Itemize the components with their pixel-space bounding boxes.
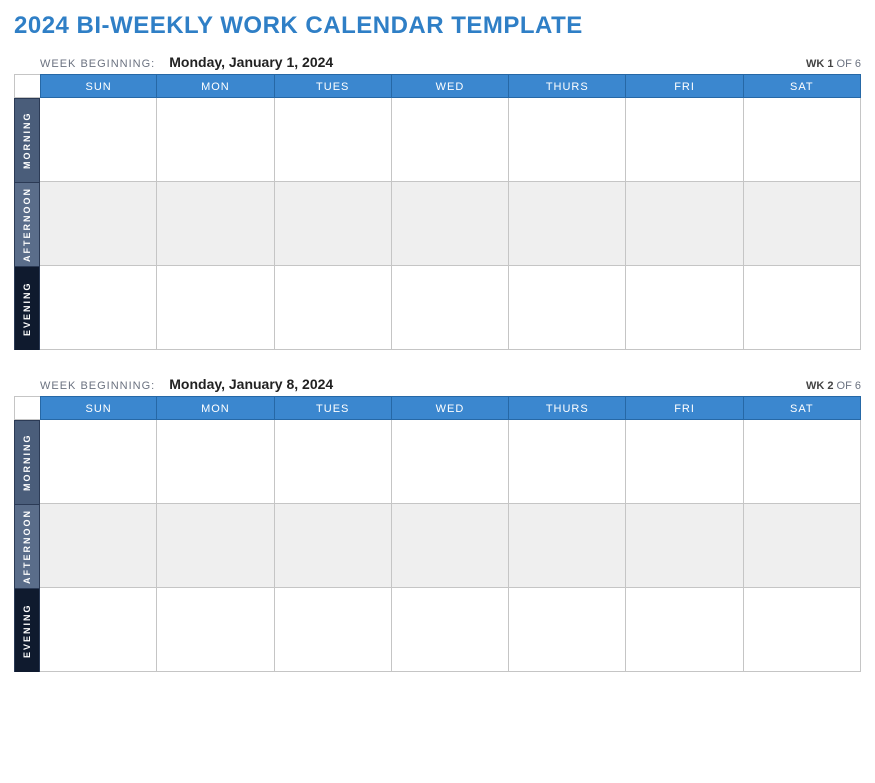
week-beginning-label: WEEK BEGINNING:: [40, 380, 155, 392]
day-header-mon: MON: [157, 396, 274, 420]
cell[interactable]: [157, 588, 274, 672]
cell[interactable]: [392, 588, 509, 672]
row-label-evening: EVENING: [14, 266, 40, 350]
grid-corner: [14, 74, 40, 98]
week-header: WEEK BEGINNING: Monday, January 8, 2024 …: [14, 376, 861, 392]
grid-corner: [14, 396, 40, 420]
day-header-wed: WED: [392, 396, 509, 420]
day-header-mon: MON: [157, 74, 274, 98]
day-header-thurs: THURS: [509, 396, 626, 420]
cell[interactable]: [275, 98, 392, 182]
cell[interactable]: [40, 504, 157, 588]
week-header: WEEK BEGINNING: Monday, January 1, 2024 …: [14, 54, 861, 70]
day-header-sat: SAT: [744, 74, 861, 98]
cell[interactable]: [275, 420, 392, 504]
wk-of: OF: [837, 58, 852, 70]
wk-of: OF: [837, 380, 852, 392]
week-beginning-date: Monday, January 1, 2024: [169, 54, 806, 70]
wk-total: 6: [855, 58, 861, 70]
day-header-sat: SAT: [744, 396, 861, 420]
day-header-sun: SUN: [40, 396, 157, 420]
cell[interactable]: [509, 588, 626, 672]
row-label-afternoon: AFTERNOON: [14, 182, 40, 266]
cell[interactable]: [157, 182, 274, 266]
cell[interactable]: [157, 504, 274, 588]
cell[interactable]: [40, 266, 157, 350]
cell[interactable]: [744, 182, 861, 266]
row-label-evening: EVENING: [14, 588, 40, 672]
wk-num: 1: [827, 58, 833, 70]
week-number: WK 1 OF 6: [806, 58, 861, 70]
calendar-grid-2: SUN MON TUES WED THURS FRI SAT MORNING A…: [14, 396, 861, 672]
wk-num: 2: [827, 380, 833, 392]
page-title: 2024 BI-WEEKLY WORK CALENDAR TEMPLATE: [14, 12, 861, 40]
week-number: WK 2 OF 6: [806, 380, 861, 392]
day-header-tues: TUES: [275, 74, 392, 98]
cell[interactable]: [157, 98, 274, 182]
cell[interactable]: [157, 420, 274, 504]
cell[interactable]: [392, 420, 509, 504]
week-block-1: WEEK BEGINNING: Monday, January 1, 2024 …: [14, 54, 861, 350]
wk-prefix: WK: [806, 58, 824, 70]
cell[interactable]: [392, 266, 509, 350]
cell[interactable]: [626, 182, 743, 266]
wk-total: 6: [855, 380, 861, 392]
cell[interactable]: [392, 504, 509, 588]
day-header-wed: WED: [392, 74, 509, 98]
cell[interactable]: [626, 98, 743, 182]
week-block-2: WEEK BEGINNING: Monday, January 8, 2024 …: [14, 376, 861, 672]
row-label-morning: MORNING: [14, 420, 40, 504]
week-beginning-label: WEEK BEGINNING:: [40, 58, 155, 70]
cell[interactable]: [40, 182, 157, 266]
day-header-tues: TUES: [275, 396, 392, 420]
cell[interactable]: [744, 98, 861, 182]
row-label-morning: MORNING: [14, 98, 40, 182]
cell[interactable]: [626, 504, 743, 588]
week-beginning-date: Monday, January 8, 2024: [169, 376, 806, 392]
day-header-thurs: THURS: [509, 74, 626, 98]
cell[interactable]: [275, 266, 392, 350]
cell[interactable]: [392, 182, 509, 266]
cell[interactable]: [744, 266, 861, 350]
cell[interactable]: [509, 266, 626, 350]
cell[interactable]: [275, 588, 392, 672]
cell[interactable]: [40, 420, 157, 504]
cell[interactable]: [509, 98, 626, 182]
cell[interactable]: [626, 588, 743, 672]
cell[interactable]: [275, 182, 392, 266]
day-header-sun: SUN: [40, 74, 157, 98]
cell[interactable]: [40, 98, 157, 182]
day-header-fri: FRI: [626, 396, 743, 420]
cell[interactable]: [40, 588, 157, 672]
row-label-afternoon: AFTERNOON: [14, 504, 40, 588]
cell[interactable]: [275, 504, 392, 588]
cell[interactable]: [392, 98, 509, 182]
cell[interactable]: [744, 504, 861, 588]
cell[interactable]: [157, 266, 274, 350]
cell[interactable]: [626, 420, 743, 504]
cell[interactable]: [744, 588, 861, 672]
wk-prefix: WK: [806, 380, 824, 392]
day-header-fri: FRI: [626, 74, 743, 98]
cell[interactable]: [509, 504, 626, 588]
cell[interactable]: [509, 420, 626, 504]
cell[interactable]: [744, 420, 861, 504]
calendar-grid-1: SUN MON TUES WED THURS FRI SAT MORNING A…: [14, 74, 861, 350]
cell[interactable]: [509, 182, 626, 266]
cell[interactable]: [626, 266, 743, 350]
